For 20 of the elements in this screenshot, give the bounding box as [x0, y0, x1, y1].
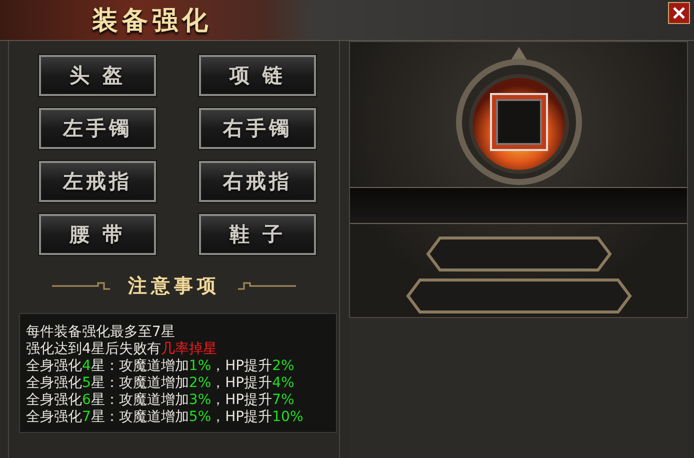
note-line: 强化达到4星后失败有几率掉星	[26, 341, 218, 358]
equipment-slot-button[interactable]: 左手镯	[39, 108, 156, 149]
equipment-slot-button[interactable]: 腰 带	[39, 214, 156, 255]
ornament-icon	[236, 281, 296, 291]
note-line: 全身强化5星：攻魔道增加2%，HP提升4%	[26, 375, 296, 392]
close-button[interactable]	[668, 2, 690, 24]
close-icon	[672, 6, 686, 20]
window-title: 装备强化	[92, 4, 212, 38]
note-line: 全身强化7星：攻魔道增加5%，HP提升10%	[26, 409, 304, 426]
equipment-slot-button[interactable]: 头 盔	[39, 55, 156, 96]
notes-heading: 注意事项	[128, 274, 220, 299]
equipment-slot-button[interactable]: 右手镯	[199, 108, 316, 149]
equipment-slot-button[interactable]: 鞋 子	[199, 214, 316, 255]
equipment-slot-button[interactable]: 右戒指	[199, 161, 316, 202]
note-line: 全身强化6星：攻魔道增加3%，HP提升7%	[26, 392, 296, 409]
note-line: 每件装备强化最多至7星	[26, 324, 176, 341]
ornament-icon	[52, 281, 112, 291]
equipment-slot-button[interactable]: 左戒指	[39, 161, 156, 202]
equipment-slot-button[interactable]: 项 链	[199, 55, 316, 96]
note-line: 全身强化4星：攻魔道增加1%，HP提升2%	[26, 358, 296, 375]
